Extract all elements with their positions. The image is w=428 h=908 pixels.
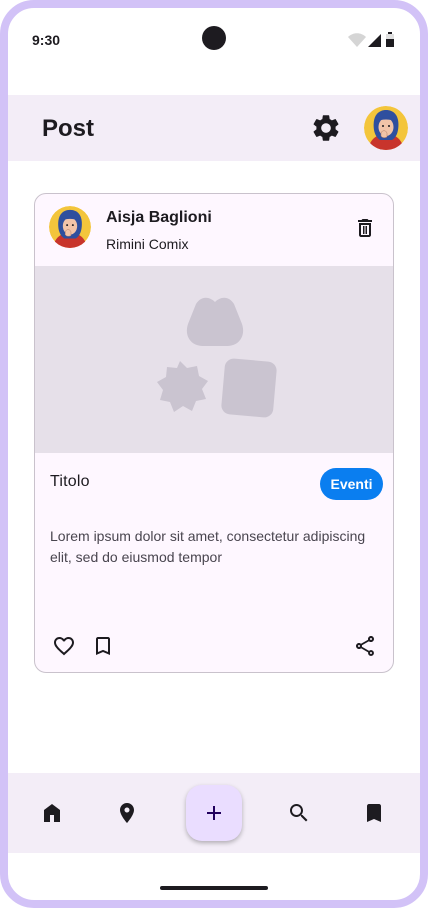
author-subhead: Rimini Comix — [106, 236, 189, 252]
nav-saved[interactable] — [362, 801, 386, 825]
status-time: 9:30 — [32, 32, 61, 48]
front-camera — [202, 26, 226, 50]
battery-icon — [386, 32, 394, 47]
save-button[interactable] — [91, 634, 115, 658]
author-avatar — [49, 206, 91, 248]
bookmark-icon[interactable] — [362, 801, 386, 825]
status-bar: 9:30 — [8, 8, 420, 94]
location-pin-icon[interactable] — [115, 801, 139, 825]
post-title: Titolo — [50, 473, 90, 490]
settings-button[interactable] — [310, 112, 342, 144]
phone-frame: 9:30 Post Aisja Baglioni Rimini Comix Ti… — [0, 0, 428, 908]
gear-icon[interactable] — [310, 112, 342, 144]
shapes-placeholder-icon — [157, 297, 277, 418]
top-app-bar: Post — [8, 95, 420, 161]
wifi-icon — [348, 33, 366, 47]
page-title: Post — [42, 115, 95, 142]
post-media-placeholder — [35, 266, 393, 453]
share-button[interactable] — [353, 634, 377, 658]
author-name: Aisja Baglioni — [106, 209, 212, 226]
like-button[interactable] — [52, 634, 76, 658]
post-body: Lorem ipsum dolor sit amet, consectetur … — [50, 528, 366, 565]
nav-home[interactable] — [40, 801, 64, 825]
add-icon[interactable] — [202, 801, 226, 825]
nav-search[interactable] — [287, 801, 311, 825]
nav-map[interactable] — [115, 801, 139, 825]
status-icons — [348, 32, 394, 47]
bookmark-outline-icon[interactable] — [91, 634, 115, 658]
post-card: Aisja Baglioni Rimini Comix Titolo Event… — [34, 193, 394, 673]
user-avatar[interactable] — [364, 106, 408, 150]
heart-icon[interactable] — [52, 634, 76, 658]
trash-icon[interactable] — [353, 216, 377, 240]
category-chip[interactable]: Eventi — [320, 468, 383, 500]
home-indicator[interactable] — [160, 886, 268, 890]
signal-icon — [368, 34, 381, 47]
delete-button[interactable] — [353, 216, 377, 240]
home-icon[interactable] — [40, 801, 64, 825]
search-icon[interactable] — [287, 801, 311, 825]
share-icon[interactable] — [353, 634, 377, 658]
bottom-navigation — [8, 773, 420, 853]
add-post-button[interactable] — [186, 785, 242, 841]
